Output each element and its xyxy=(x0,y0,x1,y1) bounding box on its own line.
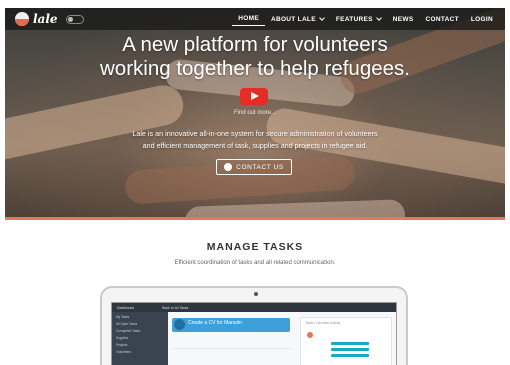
app-sidebar: My Tasks All Open Tasks Completed Tasks … xyxy=(112,312,168,365)
chevron-down-icon xyxy=(375,15,382,21)
app-sidebar-item: Supplies xyxy=(116,336,129,340)
app-sidebar-item: Completed Tasks xyxy=(116,329,141,333)
hero-headline: A new platform for volunteers working to… xyxy=(5,33,505,81)
app-screenshot: Dashboard Back to All Tasks My Tasks All… xyxy=(111,302,397,365)
app-sidebar-item: My Tasks xyxy=(116,315,130,319)
task-card-row xyxy=(174,348,290,358)
app-topbar-left: Dashboard xyxy=(117,305,135,310)
hero-intro: Lale is an innovative all-in-one system … xyxy=(110,128,400,152)
headline-line-1: A new platform for volunteers xyxy=(122,33,388,56)
nav-item-features[interactable]: FEATURES xyxy=(330,8,387,30)
nav-item-login[interactable]: LOGIN xyxy=(465,8,499,30)
page: lale HOME ABOUT LALE FEATURES NEWS CONTA… xyxy=(0,0,510,365)
message-icon xyxy=(224,163,233,171)
section-subtitle: Efficient coordination of tasks and all … xyxy=(174,260,336,266)
nav-item-label: LOGIN xyxy=(470,15,493,23)
logo-icon xyxy=(15,12,29,26)
contact-us-label: CONTACT US xyxy=(236,163,284,171)
headline-line-2: working together to help refugees. xyxy=(100,57,410,80)
play-icon[interactable] xyxy=(240,88,268,105)
top-navigation: lale HOME ABOUT LALE FEATURES NEWS CONTA… xyxy=(5,8,505,30)
intro-line-1: Lale is an innovative all-in-one system … xyxy=(132,129,378,138)
task-card-title: Create a CV for Manuim xyxy=(172,318,290,332)
hero-accent-line xyxy=(5,217,505,220)
video-link[interactable]: Find out more... xyxy=(5,110,505,116)
nav-item-label: HOME xyxy=(238,15,259,22)
activity-bar xyxy=(331,348,369,351)
nav-item-label: FEATURES xyxy=(335,15,373,23)
nav-item-contact[interactable]: CONTACT xyxy=(420,8,465,30)
status-dot xyxy=(307,332,313,338)
activity-panel: Tasks / Volunteer Activity xyxy=(300,317,392,365)
contact-us-button[interactable]: CONTACT US xyxy=(216,159,292,175)
app-sidebar-item: Volunteers xyxy=(116,350,132,354)
intro-line-2: and efficient management of task, suppli… xyxy=(142,141,368,150)
chevron-down-icon xyxy=(319,15,325,21)
logo-text: lale xyxy=(33,12,58,26)
section-title: MANAGE TASKS xyxy=(206,241,304,253)
activity-bar xyxy=(331,342,369,345)
nav-item-label: NEWS xyxy=(392,15,414,23)
nav-item-about-lale[interactable]: ABOUT LALE xyxy=(265,8,330,30)
app-sidebar-item: All Open Tasks xyxy=(116,322,138,326)
app-sidebar-item: Projects xyxy=(116,343,128,347)
laptop-mockup: Dashboard Back to All Tasks My Tasks All… xyxy=(100,286,408,365)
nav-item-label: CONTACT xyxy=(425,15,459,23)
logo[interactable]: lale xyxy=(15,12,58,26)
activity-panel-title: Tasks / Volunteer Activity xyxy=(305,321,341,325)
activity-bar xyxy=(331,354,369,357)
language-toggle[interactable] xyxy=(65,14,84,24)
nav-item-home[interactable]: HOME xyxy=(232,12,265,26)
nav-menu: HOME ABOUT LALE FEATURES NEWS CONTACT LO… xyxy=(232,8,499,30)
nav-item-label: ABOUT LALE xyxy=(270,15,316,23)
app-topbar-title: Back to All Tasks xyxy=(162,305,189,310)
camera-icon xyxy=(254,292,258,296)
nav-item-news[interactable]: NEWS xyxy=(387,8,420,30)
avatar xyxy=(174,319,185,330)
app-topbar: Dashboard Back to All Tasks xyxy=(112,303,396,312)
